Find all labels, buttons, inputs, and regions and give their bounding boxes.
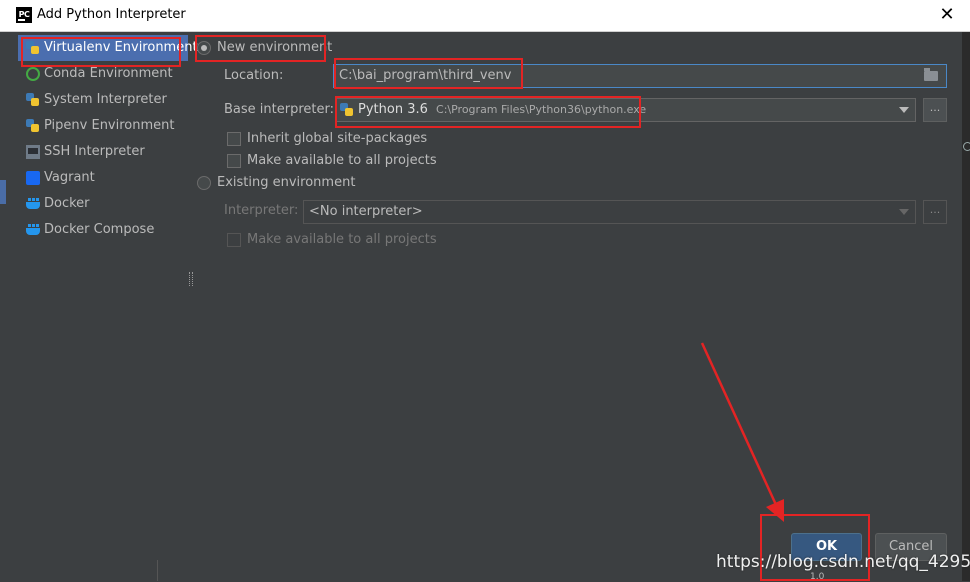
interpreter-label: Interpreter: [224, 203, 299, 218]
annotation-box-location [334, 58, 523, 89]
sidebar-item-label: System Interpreter [44, 92, 167, 107]
base-interpreter-browse-button[interactable]: ... [923, 98, 947, 122]
background-window-strip [0, 180, 6, 204]
annotation-box-base-interpreter [335, 96, 641, 128]
background-window-edge [962, 32, 970, 581]
chevron-down-icon [899, 209, 909, 215]
docker-icon [26, 197, 40, 211]
watermark: https://blog.csdn.net/qq_42952532 [716, 552, 970, 572]
pycharm-icon: PC [16, 7, 32, 23]
interpreter-browse-button[interactable]: ... [923, 200, 947, 224]
vagrant-icon [26, 171, 40, 185]
annotation-box-virtualenv [21, 37, 181, 67]
existing-environment-radio[interactable] [197, 176, 211, 190]
sidebar-item-pipenv[interactable]: Pipenv Environment [18, 113, 188, 139]
interpreter-value: <No interpreter> [309, 204, 423, 219]
existing-environment-label: Existing environment [217, 175, 356, 190]
base-interpreter-label: Base interpreter: [224, 102, 334, 117]
existing-make-available-checkbox[interactable] [227, 233, 241, 247]
interpreter-select[interactable]: <No interpreter> [303, 200, 916, 224]
sidebar-item-docker-compose[interactable]: Docker Compose [18, 217, 188, 243]
folder-icon[interactable] [924, 68, 938, 81]
refresh-icon [963, 142, 970, 151]
ssh-icon [26, 145, 40, 159]
annotation-box-new-environment [195, 35, 326, 62]
make-available-checkbox[interactable] [227, 154, 241, 168]
title-bar: PC Add Python Interpreter ✕ [0, 0, 970, 32]
window-title: Add Python Interpreter [37, 7, 186, 22]
sidebar-item-ssh[interactable]: SSH Interpreter [18, 139, 188, 165]
chevron-down-icon [899, 107, 909, 113]
python-icon [26, 93, 40, 107]
docker-icon [26, 223, 40, 237]
inherit-site-packages-label: Inherit global site-packages [247, 131, 428, 146]
sidebar-item-label: Pipenv Environment [44, 118, 175, 133]
sidebar-item-label: Docker [44, 196, 90, 211]
location-label: Location: [224, 68, 284, 83]
sidebar-item-docker[interactable]: Docker [18, 191, 188, 217]
sidebar-item-label: Docker Compose [44, 222, 155, 237]
close-icon[interactable]: ✕ [934, 3, 960, 27]
make-available-label: Make available to all projects [247, 153, 437, 168]
sidebar-item-vagrant[interactable]: Vagrant [18, 165, 188, 191]
existing-make-available-label: Make available to all projects [247, 232, 437, 247]
inherit-site-packages-checkbox[interactable] [227, 132, 241, 146]
conda-icon [26, 67, 40, 81]
sidebar-item-label: Vagrant [44, 170, 95, 185]
sidebar-item-label: Conda Environment [44, 66, 173, 81]
python-icon [26, 119, 40, 133]
divider [157, 560, 158, 581]
sidebar-item-label: SSH Interpreter [44, 144, 145, 159]
splitter-handle[interactable] [189, 272, 193, 286]
sidebar-item-system[interactable]: System Interpreter [18, 87, 188, 113]
